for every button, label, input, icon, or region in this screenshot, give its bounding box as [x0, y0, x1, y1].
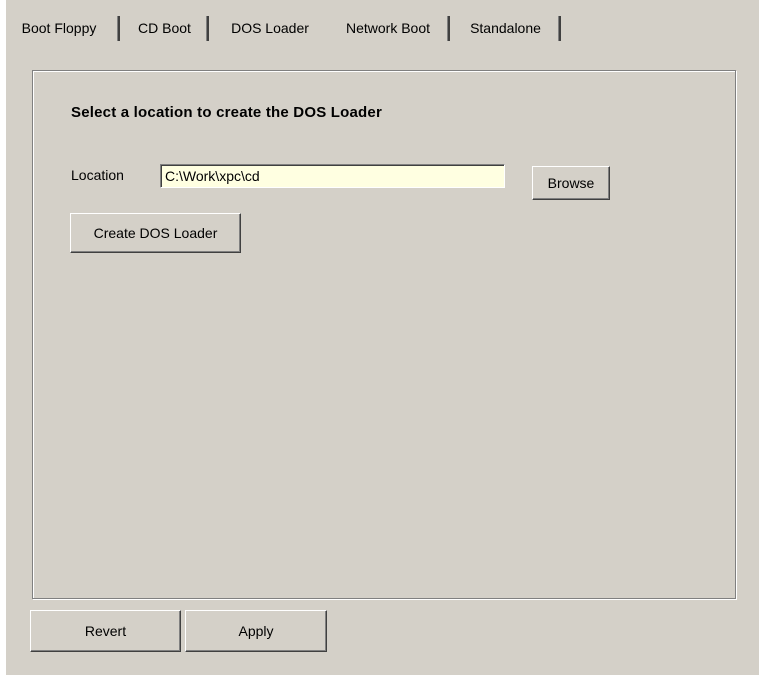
- browse-button[interactable]: Browse: [532, 166, 610, 200]
- tab-dos-loader[interactable]: DOS Loader: [216, 14, 324, 41]
- tab-standalone[interactable]: Standalone: [452, 16, 561, 41]
- location-label: Location: [71, 167, 124, 183]
- location-input[interactable]: [160, 164, 505, 188]
- revert-button[interactable]: Revert: [30, 610, 181, 652]
- tab-network-boot[interactable]: Network Boot: [328, 16, 450, 41]
- dialog-window: Boot Floppy CD Boot DOS Loader Network B…: [6, 0, 759, 675]
- create-dos-loader-button[interactable]: Create DOS Loader: [70, 213, 241, 253]
- tab-cd-boot[interactable]: CD Boot: [122, 16, 209, 41]
- tab-strip: Boot Floppy CD Boot DOS Loader Network B…: [6, 16, 759, 41]
- tab-boot-floppy[interactable]: Boot Floppy: [0, 16, 120, 41]
- apply-button[interactable]: Apply: [185, 610, 327, 652]
- panel-heading: Select a location to create the DOS Load…: [71, 104, 382, 121]
- dos-loader-panel: Select a location to create the DOS Load…: [32, 70, 736, 599]
